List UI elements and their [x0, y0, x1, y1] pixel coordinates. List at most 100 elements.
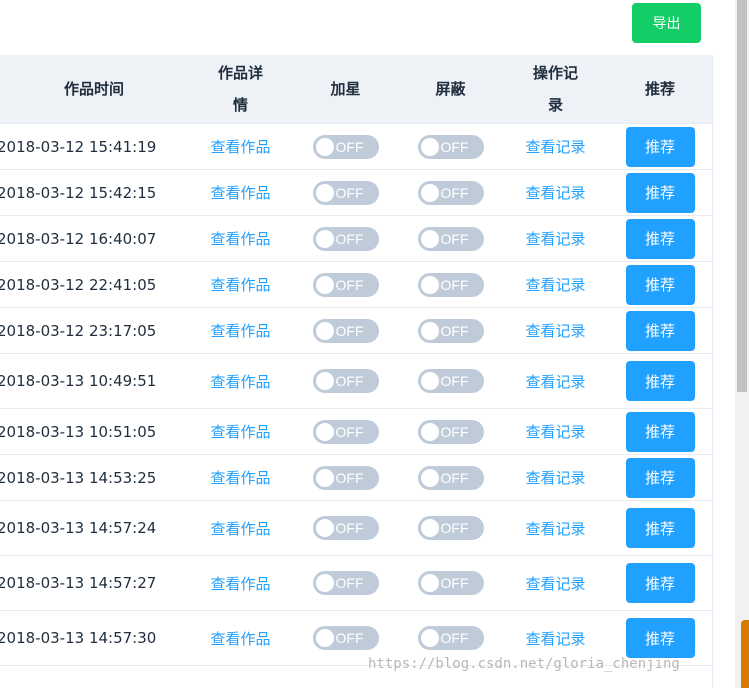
block-toggle[interactable]: OFF	[417, 516, 484, 540]
block-toggle[interactable]: OFF	[417, 180, 484, 205]
header-work-detail: 作品详 情	[188, 55, 293, 124]
cell-star: OFF	[293, 408, 398, 455]
view-work-link[interactable]: 查看作品	[210, 230, 270, 248]
view-log-link[interactable]: 查看记录	[525, 184, 585, 202]
star-toggle[interactable]: OFF	[312, 134, 379, 159]
star-toggle[interactable]: OFF	[312, 226, 379, 251]
header-work-detail-line2: 情	[232, 96, 248, 114]
toggle-knob	[420, 372, 439, 390]
toggle-knob	[315, 519, 334, 537]
header-recommend: 推荐	[608, 55, 712, 124]
vertical-scrollbar[interactable]	[735, 0, 749, 688]
recommend-button[interactable]: 推荐	[625, 218, 695, 259]
toggle-knob	[315, 229, 334, 248]
cell-view: 查看作品	[188, 261, 293, 308]
recommend-button[interactable]: 推荐	[625, 126, 695, 167]
star-toggle[interactable]: OFF	[312, 465, 379, 490]
cell-recommend: 推荐	[608, 555, 712, 611]
view-work-link[interactable]: 查看作品	[210, 575, 270, 593]
cell-log: 查看记录	[503, 307, 608, 354]
view-work-link[interactable]: 查看作品	[210, 276, 270, 294]
toggle-state: OFF	[440, 520, 469, 536]
recommend-button[interactable]: 推荐	[625, 618, 695, 658]
recommend-button[interactable]: 推荐	[625, 563, 695, 603]
view-log-link[interactable]: 查看记录	[525, 575, 585, 593]
toggle-knob	[420, 468, 439, 487]
header-operation-log-line1: 操作记	[532, 64, 578, 82]
star-toggle[interactable]: OFF	[312, 318, 379, 343]
star-toggle[interactable]: OFF	[312, 516, 379, 540]
recommend-button[interactable]: 推荐	[625, 411, 695, 452]
toggle-state: OFF	[335, 520, 364, 536]
table-row: 2018-03-13 10:49:51 查看作品 OFF OFF 查看记录 推荐	[0, 353, 712, 409]
view-log-link[interactable]: 查看记录	[525, 230, 585, 248]
star-toggle[interactable]: OFF	[312, 272, 379, 297]
recommend-button[interactable]: 推荐	[625, 361, 695, 401]
star-toggle[interactable]: OFF	[312, 419, 379, 444]
scrollbar-thumb[interactable]	[737, 0, 747, 392]
cell-recommend: 推荐	[608, 454, 712, 501]
toggle-knob	[420, 321, 439, 340]
header-block: 屏蔽	[398, 55, 503, 124]
recommend-button[interactable]: 推荐	[625, 457, 695, 498]
block-toggle[interactable]: OFF	[417, 272, 484, 297]
view-work-link[interactable]: 查看作品	[210, 520, 270, 538]
block-toggle[interactable]: OFF	[417, 226, 484, 251]
cell-view: 查看作品	[188, 555, 293, 611]
recommend-button[interactable]: 推荐	[625, 264, 695, 305]
cell-star: OFF	[293, 169, 398, 216]
cell-time: 2018-03-12 15:41:19	[0, 123, 188, 170]
block-toggle[interactable]: OFF	[417, 626, 484, 650]
toggle-knob	[420, 275, 439, 294]
toggle-knob	[420, 574, 439, 592]
star-toggle[interactable]: OFF	[312, 571, 379, 595]
star-toggle[interactable]: OFF	[312, 369, 379, 393]
view-log-link[interactable]: 查看记录	[525, 520, 585, 538]
toggle-state: OFF	[440, 276, 469, 293]
view-work-link[interactable]: 查看作品	[210, 469, 270, 487]
view-log-link[interactable]: 查看记录	[525, 373, 585, 391]
cell-view: 查看作品	[188, 353, 293, 409]
toggle-state: OFF	[335, 469, 364, 486]
table-row: 2018-03-13 14:57:24 查看作品 OFF OFF 查看记录 推荐	[0, 500, 712, 556]
view-work-link[interactable]: 查看作品	[210, 184, 270, 202]
block-toggle[interactable]: OFF	[417, 369, 484, 393]
export-button[interactable]: 导出	[632, 3, 701, 43]
block-toggle[interactable]: OFF	[417, 571, 484, 595]
table-header: 作品时间 作品详 情 加星 屏蔽 操作记 录 推荐	[0, 55, 712, 124]
star-toggle[interactable]: OFF	[312, 626, 379, 650]
recommend-button[interactable]: 推荐	[625, 508, 695, 548]
view-work-link[interactable]: 查看作品	[210, 138, 270, 156]
view-work-link[interactable]: 查看作品	[210, 423, 270, 441]
header-star: 加星	[293, 55, 398, 124]
view-log-link[interactable]: 查看记录	[525, 276, 585, 294]
work-time: 2018-03-12 15:41:19	[0, 137, 157, 156]
view-work-link[interactable]: 查看作品	[210, 630, 270, 648]
cell-view: 查看作品	[188, 610, 293, 666]
star-toggle[interactable]: OFF	[312, 180, 379, 205]
toggle-state: OFF	[335, 230, 364, 247]
block-toggle[interactable]: OFF	[417, 465, 484, 490]
block-toggle[interactable]: OFF	[417, 419, 484, 444]
cell-star: OFF	[293, 353, 398, 409]
toggle-knob	[420, 229, 439, 248]
view-log-link[interactable]: 查看记录	[525, 423, 585, 441]
table-row: 2018-03-12 15:42:15 查看作品 OFF OFF 查看记录 推荐	[0, 169, 712, 216]
recommend-button[interactable]: 推荐	[625, 310, 695, 351]
view-work-link[interactable]: 查看作品	[210, 373, 270, 391]
cell-log: 查看记录	[503, 555, 608, 611]
view-work-link[interactable]: 查看作品	[210, 322, 270, 340]
block-toggle[interactable]: OFF	[417, 134, 484, 159]
view-log-link[interactable]: 查看记录	[525, 630, 585, 648]
recommend-button[interactable]: 推荐	[625, 172, 695, 213]
toggle-knob	[315, 574, 334, 592]
block-toggle[interactable]: OFF	[417, 318, 484, 343]
toggle-state: OFF	[335, 575, 364, 591]
cell-view: 查看作品	[188, 500, 293, 556]
work-time: 2018-03-13 14:57:24	[0, 519, 157, 537]
view-log-link[interactable]: 查看记录	[525, 138, 585, 156]
cell-view: 查看作品	[188, 215, 293, 262]
view-log-link[interactable]: 查看记录	[525, 469, 585, 487]
cell-view: 查看作品	[188, 169, 293, 216]
view-log-link[interactable]: 查看记录	[525, 322, 585, 340]
